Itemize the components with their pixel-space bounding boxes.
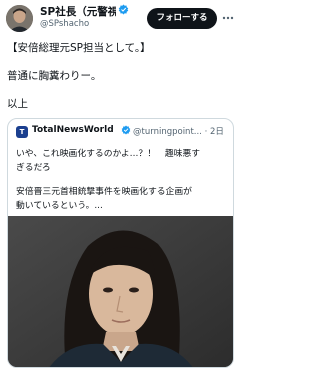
tweet-header: SP社長（元警視... @SPshacho フォローする <box>0 0 240 36</box>
quoted-photo[interactable] <box>8 216 233 367</box>
author-handle[interactable]: @SPshacho <box>40 19 89 29</box>
quoted-avatar[interactable]: T <box>16 126 28 138</box>
quoted-text-line: ぎるだろ <box>16 163 51 173</box>
more-horizontal-icon[interactable] <box>221 11 235 25</box>
tweet-text-line: 以上 <box>7 98 28 110</box>
quoted-tweet-card[interactable]: T TotalNewsWorld @turningpoint... · 2日 い… <box>7 118 234 368</box>
quoted-text-line: 安倍晋三元首相銃撃事件を映画化する企画が <box>16 187 192 197</box>
tweet-text-line: 普通に胸糞わりー。 <box>7 70 102 82</box>
verified-badge-icon <box>118 4 129 15</box>
tweet-text-line: 【安倍総理元SP担当として。】 <box>7 42 151 54</box>
avatar[interactable] <box>6 5 33 32</box>
verified-badge-icon <box>121 125 131 135</box>
quoted-author-name[interactable]: TotalNewsWorld <box>32 125 114 135</box>
quoted-handle-time[interactable]: @turningpoint... · 2日 <box>133 125 224 137</box>
quoted-text-line: 動いているという。... <box>16 201 103 211</box>
author-name[interactable]: SP社長（元警視... <box>40 4 116 19</box>
follow-button[interactable]: フォローする <box>147 8 217 29</box>
quoted-text-line: いや、これ映画化するのかよ…？！ 趣味悪す <box>16 149 201 159</box>
